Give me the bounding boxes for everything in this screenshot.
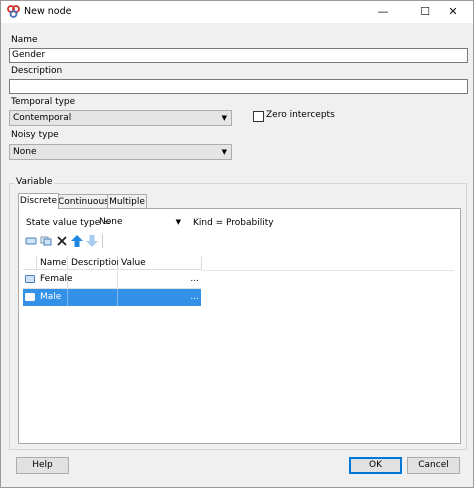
chevron-down-icon: ▼ [221,114,227,122]
help-button[interactable]: Help [16,457,69,474]
kind-label: Kind = [193,218,224,228]
chevron-down-icon: ▼ [175,218,181,226]
close-icon: ✕ [448,5,458,18]
tab-multiple[interactable]: Multiple [107,194,147,209]
toolbar-separator [102,234,103,248]
state-icon [25,275,35,283]
state-value-type-value: None [99,217,123,227]
move-up-icon[interactable] [71,235,83,247]
minimize-icon: — [377,5,389,18]
row-name-cell[interactable]: Female [37,271,73,288]
temporal-type-select[interactable]: Contemporal ▼ [9,110,232,126]
copy-state-icon[interactable] [40,235,52,247]
add-state-icon[interactable] [25,235,37,247]
description-label: Description [11,66,63,76]
title-bar: New node — ☐ ✕ [1,1,473,23]
grid-header-description[interactable]: Description [68,256,122,270]
kind-value: Probability [226,218,274,228]
tab-discrete[interactable]: Discrete [18,193,59,209]
close-button[interactable]: ✕ [433,1,473,23]
grid-header-name[interactable]: Name [37,256,68,270]
row-value-cell[interactable]: ... [118,289,201,306]
state-value-type-select[interactable]: None ▼ [97,216,183,229]
maximize-icon: ☐ [420,5,430,18]
noisy-type-label: Noisy type [11,130,59,140]
table-row[interactable]: Male ... [23,289,201,306]
variable-group-label: Variable [14,177,55,187]
ellipsis-button[interactable]: ... [190,289,199,306]
row-name-cell[interactable]: Male [37,289,68,306]
temporal-type-label: Temporal type [11,97,76,107]
move-down-icon [86,235,98,247]
delete-icon[interactable] [56,235,68,247]
zero-intercepts-checkbox[interactable] [253,111,264,122]
zero-intercepts-label: Zero intercepts [266,110,335,120]
window-title: New node [24,6,72,17]
grid-header-blank [23,256,37,270]
noisy-type-value: None [13,147,37,157]
table-row[interactable]: Female ... [23,271,201,289]
app-icon [7,5,20,18]
grid-header-value[interactable]: Value [118,256,202,270]
row-description-cell[interactable] [68,289,118,306]
ok-button[interactable]: OK [349,457,402,474]
name-label: Name [11,35,38,45]
dialog-window: New node — ☐ ✕ Name Gender Description T… [0,0,474,488]
cancel-button[interactable]: Cancel [407,457,460,474]
chevron-down-icon: ▼ [221,148,227,156]
description-input[interactable] [9,79,468,94]
state-icon [25,293,35,301]
discrete-tab-panel [18,208,461,444]
temporal-type-value: Contemporal [13,113,72,123]
ellipsis-button[interactable]: ... [190,271,199,288]
row-value-cell[interactable]: ... [118,271,201,288]
grid-header-line [202,270,454,271]
noisy-type-select[interactable]: None ▼ [9,144,232,160]
name-input[interactable]: Gender [9,48,468,63]
minimize-button[interactable]: — [363,1,403,23]
row-description-cell[interactable] [68,271,118,288]
tab-continuous[interactable]: Continuous [57,194,109,209]
